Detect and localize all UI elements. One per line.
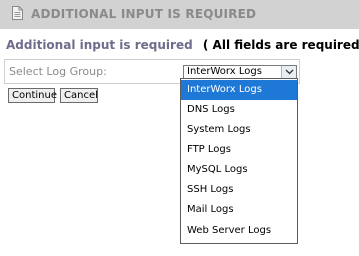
log-group-dropdown: InterWorx Logs DNS Logs System Logs FTP … <box>180 78 298 244</box>
continue-button[interactable]: Continue <box>8 88 57 103</box>
page-header: ADDITIONAL INPUT IS REQUIRED <box>0 0 359 29</box>
log-group-select-value: InterWorx Logs <box>187 66 262 77</box>
dropdown-option[interactable]: System Logs <box>181 120 297 140</box>
log-group-select[interactable]: InterWorx Logs <box>183 65 297 79</box>
dropdown-option[interactable]: SSH Logs <box>181 180 297 200</box>
dropdown-option[interactable]: Mail Logs <box>181 200 297 220</box>
document-icon <box>12 6 23 20</box>
cancel-button[interactable]: Cancel <box>60 88 98 103</box>
required-notice-lead: Additional input is required <box>6 38 193 52</box>
dropdown-option[interactable]: Web Server Logs <box>181 221 297 241</box>
dropdown-option[interactable]: InterWorx Logs <box>181 80 297 100</box>
dropdown-option[interactable]: DNS Logs <box>181 100 297 120</box>
dropdown-option[interactable]: MySQL Logs <box>181 160 297 180</box>
required-notice: Additional input is required ( All field… <box>6 38 359 52</box>
log-group-label: Select Log Group: <box>9 65 107 78</box>
chevron-down-icon[interactable] <box>281 66 296 78</box>
dropdown-option[interactable]: FTP Logs <box>181 140 297 160</box>
page-title: ADDITIONAL INPUT IS REQUIRED <box>31 7 257 21</box>
required-notice-note: ( All fields are required ) <box>202 38 359 52</box>
